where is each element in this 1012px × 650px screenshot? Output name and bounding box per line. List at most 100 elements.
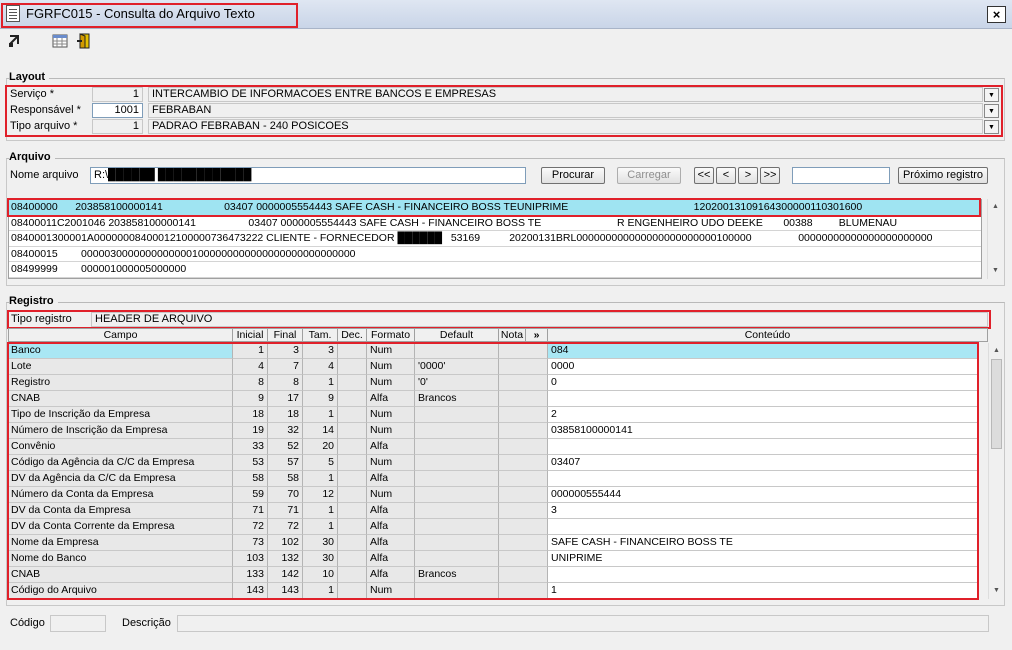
chevron-down-icon[interactable]: ▼ — [984, 120, 999, 134]
cell-conteudo[interactable] — [548, 471, 978, 487]
cell-final: 8 — [268, 375, 303, 391]
procurar-button[interactable]: Procurar — [541, 167, 605, 184]
cell-conteudo[interactable]: 084 — [548, 343, 978, 359]
scroll-down-icon[interactable]: ▼ — [989, 264, 1002, 277]
cell-conteudo[interactable] — [548, 439, 978, 455]
cell-conteudo[interactable]: UNIPRIME — [548, 551, 978, 567]
col-conteudo[interactable]: Conteúdo — [548, 328, 988, 342]
cell-default: '0000' — [415, 359, 499, 375]
nome-arquivo-input[interactable]: R:\██████ ████████████ — [90, 167, 526, 184]
cell-final: 3 — [268, 343, 303, 359]
cell-conteudo[interactable]: 1 — [548, 583, 978, 599]
cell-conteudo[interactable]: 2 — [548, 407, 978, 423]
col-campo[interactable]: Campo — [8, 328, 233, 342]
col-inicial[interactable]: Inicial — [233, 328, 268, 342]
cell-conteudo[interactable]: 0 — [548, 375, 978, 391]
cell-campo: DV da Agência da C/C da Empresa — [8, 471, 233, 487]
last-record-button[interactable]: >> — [760, 167, 780, 184]
table-row[interactable]: Convênio 33 52 20 Alfa — [8, 439, 978, 455]
table-row[interactable]: Nome do Banco 103 132 30 Alfa UNIPRIME — [8, 551, 978, 567]
list-item[interactable]: 08499999 000001000005000000 — [9, 262, 981, 278]
close-button[interactable]: × — [987, 6, 1006, 23]
cell-default — [415, 407, 499, 423]
col-formato[interactable]: Formato — [367, 328, 415, 342]
col-nota[interactable]: Nota — [499, 328, 526, 342]
table-row[interactable]: DV da Agência da C/C da Empresa 58 58 1 Alfa — [8, 471, 978, 487]
proximo-registro-button[interactable]: Próximo registro — [898, 167, 988, 184]
cell-conteudo[interactable] — [548, 567, 978, 583]
table-row[interactable]: Nome da Empresa 73 102 30 Alfa SAFE CASH - FI… — [8, 535, 978, 551]
scroll-up-icon[interactable]: ▲ — [989, 200, 1002, 213]
cell-inicial: 1 — [233, 343, 268, 359]
table-row[interactable]: DV da Conta da Empresa 71 71 1 Alfa 3 — [8, 503, 978, 519]
scroll-up-icon[interactable]: ▲ — [990, 344, 1003, 357]
grid-scrollbar[interactable]: ▲ ▼ — [988, 343, 1003, 599]
table-row[interactable]: Número de Inscrição da Empresa 19 32 14 Num 0… — [8, 423, 978, 439]
cell-nota — [499, 407, 548, 423]
export-icon[interactable] — [7, 33, 23, 49]
grid-icon[interactable] — [52, 33, 68, 49]
scroll-down-icon[interactable]: ▼ — [990, 584, 1003, 597]
cell-tam: 1 — [303, 519, 338, 535]
list-item[interactable]: 0840001300001A00000008400012100000736473… — [9, 231, 981, 247]
cell-formato: Num — [367, 423, 415, 439]
responsavel-code-field[interactable]: 1001 — [92, 103, 143, 118]
col-dec[interactable]: Dec. — [338, 328, 367, 342]
cell-conteudo[interactable]: 3 — [548, 503, 978, 519]
cell-default — [415, 423, 499, 439]
cell-conteudo[interactable] — [548, 519, 978, 535]
cell-conteudo[interactable]: 03407 — [548, 455, 978, 471]
cell-conteudo[interactable]: SAFE CASH - FINANCEIRO BOSS TE — [548, 535, 978, 551]
table-row[interactable]: DV da Conta Corrente da Empresa 72 72 1 Alfa — [8, 519, 978, 535]
carregar-button[interactable]: Carregar — [617, 167, 681, 184]
file-lines-list[interactable]: 08400000 203858100000141 03407 000000555… — [8, 199, 982, 279]
scroll-thumb[interactable] — [991, 359, 1002, 449]
table-row[interactable]: Lote 4 7 4 Num '0000' 0000 — [8, 359, 978, 375]
chevron-down-icon[interactable]: ▼ — [984, 88, 999, 102]
registro-grid[interactable]: Banco 1 3 3 Num 084 Lote 4 7 4 Num '0000' 0000 Regist… — [8, 343, 978, 599]
cell-conteudo[interactable] — [548, 391, 978, 407]
record-search-input[interactable] — [792, 167, 890, 184]
cell-default — [415, 487, 499, 503]
cell-conteudo[interactable]: 03858100000141 — [548, 423, 978, 439]
next-record-button[interactable]: > — [738, 167, 758, 184]
col-final[interactable]: Final — [268, 328, 303, 342]
cell-default: Brancos — [415, 391, 499, 407]
cell-conteudo[interactable]: 000000555444 — [548, 487, 978, 503]
table-row[interactable]: Código da Agência da C/C da Empresa 53 57 5… — [8, 455, 978, 471]
cell-inicial: 19 — [233, 423, 268, 439]
table-row[interactable]: Banco 1 3 3 Num 084 — [8, 343, 978, 359]
expand-columns-button[interactable]: » — [526, 328, 548, 342]
cell-conteudo[interactable]: 0000 — [548, 359, 978, 375]
cell-formato: Alfa — [367, 391, 415, 407]
cell-final: 70 — [268, 487, 303, 503]
cell-tam: 14 — [303, 423, 338, 439]
cell-campo: DV da Conta da Empresa — [8, 503, 233, 519]
table-row[interactable]: Número da Conta da Empresa 59 70 12 Num 00000… — [8, 487, 978, 503]
table-row[interactable]: CNAB 9 17 9 Alfa Brancos — [8, 391, 978, 407]
file-list-scrollbar[interactable]: ▲ ▼ — [987, 199, 1002, 279]
exit-door-icon[interactable] — [76, 33, 92, 49]
responsavel-select[interactable]: FEBRABAN — [148, 103, 983, 118]
servico-select[interactable]: INTERCAMBIO DE INFORMACOES ENTRE BANCOS … — [148, 87, 983, 102]
table-row[interactable]: Registro 8 8 1 Num '0' 0 — [8, 375, 978, 391]
cell-dec — [338, 583, 367, 599]
table-row[interactable]: CNAB 133 142 10 Alfa Brancos — [8, 567, 978, 583]
servico-code-field[interactable]: 1 — [92, 87, 143, 102]
chevron-down-icon[interactable]: ▼ — [984, 104, 999, 118]
list-item[interactable]: 08400011C2001046 203858100000141 03407 0… — [9, 216, 981, 231]
tipo-arquivo-select[interactable]: PADRAO FEBRABAN - 240 POSICOES — [148, 119, 983, 134]
first-record-button[interactable]: << — [694, 167, 714, 184]
list-item[interactable]: 08400000 203858100000141 03407 000000555… — [9, 200, 981, 216]
col-default[interactable]: Default — [415, 328, 499, 342]
cell-dec — [338, 455, 367, 471]
list-item[interactable]: 08400015 0000030000000000000100000000000… — [9, 247, 981, 262]
tipo-arquivo-code-field[interactable]: 1 — [92, 119, 143, 134]
table-row[interactable]: Código do Arquivo 143 143 1 Num 1 — [8, 583, 978, 599]
cell-tam: 1 — [303, 407, 338, 423]
cell-dec — [338, 567, 367, 583]
col-tam[interactable]: Tam. — [303, 328, 338, 342]
prev-record-button[interactable]: < — [716, 167, 736, 184]
cell-formato: Num — [367, 359, 415, 375]
table-row[interactable]: Tipo de Inscrição da Empresa 18 18 1 Num 2 — [8, 407, 978, 423]
